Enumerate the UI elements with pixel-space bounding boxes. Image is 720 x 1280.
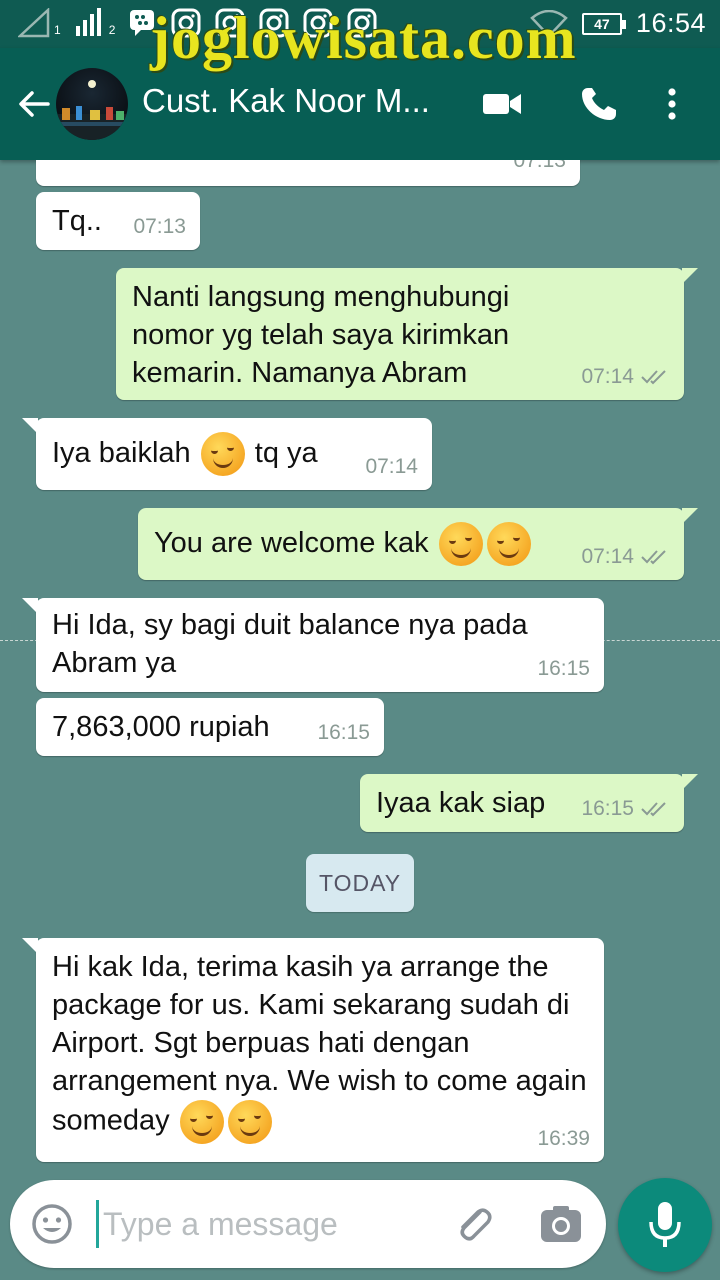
video-call-icon[interactable] [480, 84, 524, 124]
emoji-icon[interactable] [30, 1202, 74, 1246]
message-meta: 16:15 [581, 790, 670, 828]
message-text: Nanti langsung menghubungi nomor yg tela… [132, 281, 510, 389]
smiling-face-emoji-icon [227, 1100, 272, 1144]
message-time: 07:14 [581, 365, 634, 388]
attach-icon[interactable] [450, 1200, 498, 1248]
message-bubble-incoming[interactable]: 07:13 [36, 160, 580, 186]
contact-name[interactable]: Cust. Kak Noor M... [142, 82, 472, 120]
back-arrow-icon[interactable] [14, 84, 54, 124]
smiling-face-emoji-icon [200, 432, 245, 476]
message-bubble-outgoing[interactable]: You are welcome kak 07:14 [138, 508, 698, 580]
message-text: Hi kak Ida, terima kasih ya arrange the … [52, 948, 592, 1144]
message-text-part: You are welcome kak [154, 526, 429, 559]
mic-icon [649, 1202, 681, 1247]
message-bubble-incoming[interactable]: Hi kak Ida, terima kasih ya arrange the … [22, 938, 604, 1162]
message-bubble-incoming[interactable]: Hi Ida, sy bagi duit balance nya pada Ab… [22, 598, 604, 692]
message-time: 16:15 [317, 721, 370, 744]
avatar-image [56, 80, 128, 140]
message-text: Iya baiklah tq ya [52, 432, 318, 476]
bubble-tail [682, 774, 698, 790]
message-bubble-incoming[interactable]: 7,863,000 rupiah 16:15 [36, 698, 384, 756]
message-composer [10, 1180, 606, 1268]
chat-area[interactable]: 07:13 Tq.. 07:13 Nanti langsung menghubu… [0, 160, 720, 1180]
message-bubble-incoming[interactable]: Tq.. 07:13 [36, 192, 200, 250]
message-meta: 07:13 [133, 208, 186, 246]
message-bubble-incoming[interactable]: Iya baiklah tq ya 07:14 [22, 418, 432, 490]
message-time: 16:15 [581, 797, 634, 820]
more-vert-icon[interactable] [650, 84, 694, 124]
message-meta: 07:13 [513, 160, 566, 180]
message-text: Hi Ida, sy bagi duit balance nya pada Ab… [52, 609, 528, 679]
smiling-face-emoji-icon [438, 522, 483, 566]
phone-icon[interactable] [578, 84, 622, 124]
message-time: 07:13 [513, 160, 566, 172]
message-input[interactable] [96, 1200, 426, 1248]
bubble-tail [22, 598, 38, 614]
message-meta: 07:14 [581, 538, 670, 576]
message-text-part: Iya baiklah [52, 436, 191, 469]
battery-icon: 47 [581, 12, 626, 35]
message-meta: 16:15 [537, 650, 590, 688]
message-text-part: Hi kak Ida, terima kasih ya arrange the … [52, 951, 587, 1137]
slightly-smiling-emoji-icon [486, 522, 531, 566]
message-meta: 16:15 [317, 714, 370, 752]
message-meta: 07:14 [365, 448, 418, 486]
message-meta: 16:39 [537, 1120, 590, 1158]
camera-icon[interactable] [538, 1202, 584, 1246]
signal-bars-icon [75, 8, 101, 36]
bubble-tail [682, 508, 698, 524]
message-time: 16:15 [537, 657, 590, 680]
double-check-icon [641, 802, 666, 817]
sim2-label: 2 [108, 23, 116, 37]
watermark-logo: joglowisata.com [150, 5, 577, 71]
message-time: 07:14 [581, 545, 634, 568]
double-check-icon [641, 370, 666, 385]
message-meta: 07:14 [581, 358, 670, 396]
signal-icon [18, 8, 50, 38]
bubble-tail [22, 418, 38, 434]
mic-button[interactable] [618, 1178, 712, 1272]
date-separator: TODAY [306, 854, 414, 912]
message-text: You are welcome kak [154, 522, 533, 566]
message-bubble-outgoing[interactable]: Nanti langsung menghubungi nomor yg tela… [116, 268, 698, 400]
bubble-tail [22, 938, 38, 954]
bubble-tail [682, 268, 698, 284]
status-time: 16:54 [635, 8, 706, 38]
message-time: 07:14 [365, 455, 418, 478]
smiling-face-emoji-icon [179, 1100, 224, 1144]
message-bubble-outgoing[interactable]: Iyaa kak siap 16:15 [360, 774, 698, 832]
sim1-label: 1 [54, 23, 61, 37]
message-time: 07:13 [133, 215, 186, 238]
double-check-icon [641, 550, 666, 565]
message-time: 16:39 [537, 1127, 590, 1150]
message-text-part: tq ya [254, 436, 318, 469]
avatar[interactable] [56, 68, 128, 140]
